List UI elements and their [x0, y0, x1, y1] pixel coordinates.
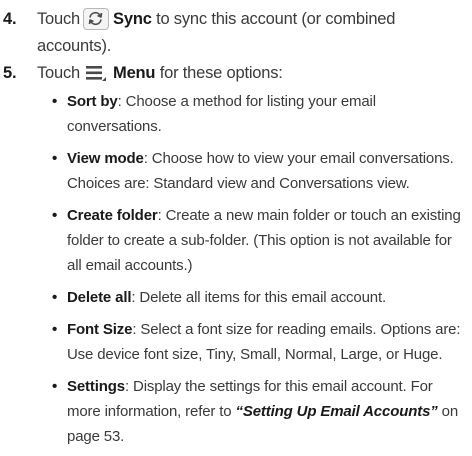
bullet: • — [52, 207, 58, 224]
step-text: Touch Sync to sync this account (or comb… — [37, 6, 470, 60]
bullet: • — [52, 378, 58, 395]
bullet: • — [52, 289, 58, 306]
list-item: • Sort by: Choose a method for listing y… — [52, 89, 470, 139]
list-item: • Font Size: Select a font size for read… — [52, 317, 470, 367]
list-item: • Delete all: Delete all items for this … — [52, 285, 470, 310]
step-5: 5. Touch Menu for these options: — [0, 60, 470, 87]
menu-icon — [83, 61, 110, 84]
sync-icon — [83, 7, 110, 30]
cross-reference-link[interactable]: “Setting Up Email Accounts” — [236, 403, 438, 420]
step-number: 5. — [3, 64, 17, 82]
menu-options-list: • Sort by: Choose a method for listing y… — [52, 89, 470, 456]
menu-label: Menu — [113, 64, 156, 82]
bullet: • — [52, 150, 58, 167]
list-item: • Settings: Display the settings for thi… — [52, 374, 470, 449]
step-4: 4. Touch Sync to sync this account (or c… — [0, 6, 470, 60]
list-item: • View mode: Choose how to view your ema… — [52, 146, 470, 196]
step-text: Touch Menu for these options: — [37, 60, 470, 87]
list-item: • Create folder: Create a new main folde… — [52, 203, 470, 278]
bullet: • — [52, 321, 58, 338]
step-number: 4. — [3, 10, 17, 28]
sync-label: Sync — [113, 10, 152, 28]
document-page: 4. Touch Sync to sync this account (or c… — [0, 0, 472, 453]
bullet: • — [52, 93, 58, 110]
